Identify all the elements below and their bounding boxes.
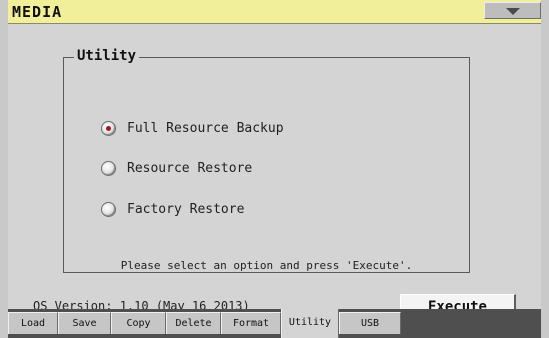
utility-group-label: Utility xyxy=(74,48,140,64)
chevron-down-icon xyxy=(506,8,520,15)
factory-restore-option[interactable]: Factory Restore xyxy=(101,199,244,219)
utility-group-box: Utility Full Resource Backup Resource Re… xyxy=(63,48,470,273)
tab-copy[interactable]: Copy xyxy=(111,312,166,334)
page-title: MEDIA xyxy=(12,3,63,21)
tab-load[interactable]: Load xyxy=(8,312,58,334)
media-utility-screen: MEDIA Utility Full Resource Backup Resou… xyxy=(0,0,549,338)
radio-unselected-icon[interactable] xyxy=(101,160,116,176)
tab-format[interactable]: Format xyxy=(221,312,281,334)
instruction-text: Please select an option and press 'Execu… xyxy=(120,259,413,272)
main-panel: Utility Full Resource Backup Resource Re… xyxy=(8,24,541,322)
tab-strip: Load Save Copy Delete Format Utility USB xyxy=(8,309,541,338)
page-menu-button[interactable] xyxy=(484,2,541,19)
resource-restore-label: Resource Restore xyxy=(127,160,253,176)
tab-utility[interactable]: Utility xyxy=(281,309,339,338)
resource-restore-option[interactable]: Resource Restore xyxy=(101,158,252,178)
full-resource-backup-option[interactable]: Full Resource Backup xyxy=(101,118,284,138)
title-bar: MEDIA xyxy=(8,0,541,24)
factory-restore-label: Factory Restore xyxy=(127,201,245,217)
tab-delete[interactable]: Delete xyxy=(166,312,221,334)
tab-usb[interactable]: USB xyxy=(339,312,401,334)
radio-selected-icon[interactable] xyxy=(101,120,116,136)
tab-save[interactable]: Save xyxy=(58,312,111,334)
full-resource-backup-label: Full Resource Backup xyxy=(127,120,284,136)
radio-unselected-icon[interactable] xyxy=(101,201,116,217)
